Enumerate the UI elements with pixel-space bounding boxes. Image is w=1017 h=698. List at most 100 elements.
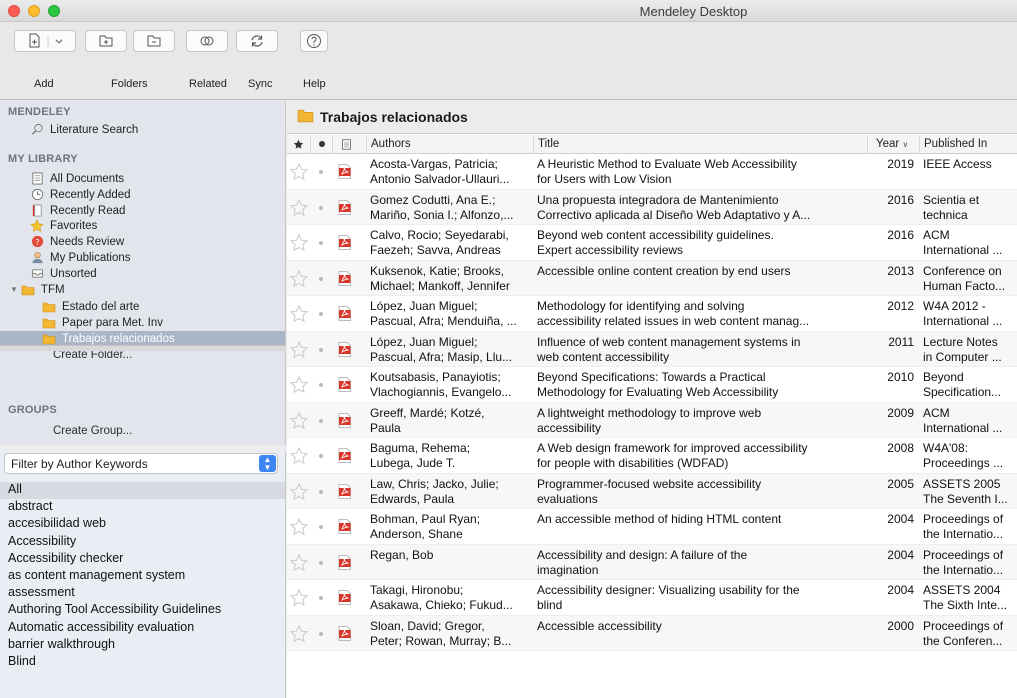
keyword-item[interactable]: accesibilidad web	[0, 516, 285, 533]
table-row[interactable]: Baguma, Rehema; Lubega, Jude T. A Web desi…	[287, 438, 1017, 474]
disclosure-triangle-icon[interactable]: ▼	[10, 285, 18, 294]
related-button[interactable]	[186, 30, 228, 52]
pdf-icon[interactable]	[338, 270, 351, 286]
pdf-icon[interactable]	[338, 448, 351, 463]
add-button[interactable]: |	[14, 30, 76, 52]
file-column-header[interactable]	[333, 135, 367, 154]
help-button[interactable]	[300, 30, 328, 52]
title-column-header[interactable]: Title	[534, 135, 868, 154]
authors-line: Michael; Mankoff, Jennifer	[370, 278, 510, 293]
pdf-icon[interactable]	[338, 164, 351, 179]
remove-folder-button[interactable]	[133, 30, 175, 52]
read-status-dot-icon[interactable]	[319, 418, 323, 423]
pdf-icon[interactable]	[338, 483, 351, 499]
table-row[interactable]: Bohman, Paul Ryan; Anderson, Shane An acce…	[287, 509, 1017, 545]
sidebar-item-my-publications[interactable]: My Publications	[0, 250, 285, 265]
read-status-column-header[interactable]	[311, 135, 333, 154]
pdf-icon[interactable]	[338, 341, 351, 357]
year-column-header[interactable]: Year ∨	[868, 135, 920, 154]
sync-button[interactable]	[236, 30, 278, 52]
sidebar-item-estado-del-arte[interactable]: Estado del arte	[0, 299, 285, 314]
keyword-item[interactable]: All	[0, 482, 285, 500]
sidebar-item-needs-review[interactable]: ? Needs Review	[0, 234, 285, 249]
read-status-dot-icon[interactable]	[319, 596, 323, 600]
read-status-dot-icon[interactable]	[319, 560, 323, 565]
keyword-item[interactable]: Authoring Tool Accessibility Guidelines	[0, 602, 285, 619]
favorite-star-icon[interactable]	[289, 162, 309, 182]
keyword-item[interactable]: barrier walkthrough	[0, 637, 285, 654]
favorite-star-icon[interactable]	[289, 411, 309, 431]
pdf-icon[interactable]	[338, 306, 351, 321]
pdf-icon[interactable]	[338, 199, 351, 215]
sidebar-item-literature-search[interactable]: Literature Search	[0, 122, 285, 137]
authors-column-header[interactable]: Authors	[367, 135, 534, 154]
sidebar-item-paper-para-met-inv[interactable]: Paper para Met. Inv	[0, 315, 285, 330]
new-folder-button[interactable]	[85, 30, 127, 52]
sidebar-item-recently-added[interactable]: Recently Added	[0, 187, 285, 202]
create-group-link[interactable]: Create Group...	[0, 423, 285, 438]
favorite-star-icon[interactable]	[289, 517, 309, 537]
favorite-star-icon[interactable]	[289, 198, 309, 218]
keyword-item[interactable]: assessment	[0, 585, 285, 602]
table-row[interactable]: Law, Chris; Jacko, Julie; Edwards, Paula P…	[287, 473, 1017, 509]
authors-line: Kuksenok, Katie; Brooks,	[370, 263, 505, 278]
favorite-column-header[interactable]	[287, 135, 311, 154]
read-status-dot-icon[interactable]	[319, 241, 323, 245]
sidebar-item-recently-read[interactable]: Recently Read	[0, 203, 285, 218]
favorite-star-icon[interactable]	[289, 624, 309, 644]
table-row[interactable]: López, Juan Miguel; Pascual, Afra; Masip,…	[287, 331, 1017, 367]
pdf-icon[interactable]	[338, 412, 351, 428]
table-row[interactable]: Koutsabasis, Panayiotis; Vlachogiannis, E…	[287, 367, 1017, 403]
favorite-star-icon[interactable]	[289, 375, 309, 395]
pdf-icon[interactable]	[338, 590, 351, 605]
table-row[interactable]: Takagi, Hironobu; Asakawa, Chieko; Fukud.…	[287, 580, 1017, 616]
read-status-dot-icon[interactable]	[319, 454, 323, 458]
table-row[interactable]: Regan, Bob Accessibility and design: A fa…	[287, 544, 1017, 580]
read-status-dot-icon[interactable]	[319, 312, 323, 316]
keyword-item[interactable]: Accessibility	[0, 534, 285, 551]
table-row[interactable]: Kuksenok, Katie; Brooks, Michael; Mankoff…	[287, 260, 1017, 296]
table-row[interactable]: Greeff, Mardé; Kotzé, Paula A lightweight …	[287, 402, 1017, 438]
read-status-dot-icon[interactable]	[319, 170, 323, 174]
table-row[interactable]: López, Juan Miguel; Pascual, Afra; Mendui…	[287, 296, 1017, 332]
keyword-item[interactable]: Accessibility checker	[0, 551, 285, 568]
favorite-star-icon[interactable]	[289, 588, 309, 608]
sidebar-item-unsorted[interactable]: Unsorted	[0, 266, 285, 281]
published-column-header[interactable]: Published In	[920, 135, 1017, 154]
pdf-icon[interactable]	[338, 554, 351, 570]
favorite-star-icon[interactable]	[289, 553, 309, 573]
sidebar-item-all-documents[interactable]: All Documents	[0, 171, 285, 186]
keyword-item[interactable]: as content management system	[0, 568, 285, 585]
read-status-dot-icon[interactable]	[319, 347, 323, 352]
pdf-icon[interactable]	[338, 625, 351, 641]
sync-icon	[251, 35, 263, 47]
sidebar-item-favorites[interactable]: Favorites	[0, 218, 285, 233]
read-status-dot-icon[interactable]	[319, 205, 323, 210]
favorite-star-icon[interactable]	[289, 340, 309, 360]
favorite-star-icon[interactable]	[289, 233, 309, 253]
read-status-dot-icon[interactable]	[319, 489, 323, 494]
read-status-dot-icon[interactable]	[319, 276, 323, 281]
sidebar-item-tfm[interactable]: ▼ TFM	[0, 282, 285, 297]
favorite-star-icon[interactable]	[289, 446, 309, 466]
favorite-star-icon[interactable]	[289, 269, 309, 289]
panel-resize-handle[interactable]	[0, 345, 286, 351]
read-status-dot-icon[interactable]	[319, 383, 323, 387]
keyword-item[interactable]: Blind	[0, 654, 285, 671]
title-cell: Influence of web content management syst…	[537, 335, 867, 365]
filter-dropdown[interactable]: Filter by Author Keywords ▲ ▼	[4, 453, 278, 474]
favorite-star-icon[interactable]	[289, 304, 309, 324]
pdf-icon[interactable]	[338, 377, 351, 392]
read-status-dot-icon[interactable]	[319, 525, 323, 529]
sidebar-item-trabajos-relacionados[interactable]: Trabajos relacionados	[0, 331, 285, 346]
pdf-icon[interactable]	[338, 235, 351, 250]
keyword-item[interactable]: Automatic accessibility evaluation	[0, 620, 285, 637]
read-status-dot-icon[interactable]	[319, 631, 323, 636]
pdf-icon[interactable]	[338, 519, 351, 534]
table-row[interactable]: Gomez Codutti, Ana E.; Mariño, Sonia I.; …	[287, 189, 1017, 225]
favorite-star-icon[interactable]	[289, 482, 309, 502]
table-row[interactable]: Calvo, Rocio; Seyedarabi, Faezeh; Savva, …	[287, 225, 1017, 261]
table-row[interactable]: Sloan, David; Gregor, Peter; Rowan, Murra…	[287, 615, 1017, 651]
keyword-item[interactable]: abstract	[0, 499, 285, 516]
table-row[interactable]: Acosta-Vargas, Patricia; Antonio Salvador…	[287, 154, 1017, 190]
